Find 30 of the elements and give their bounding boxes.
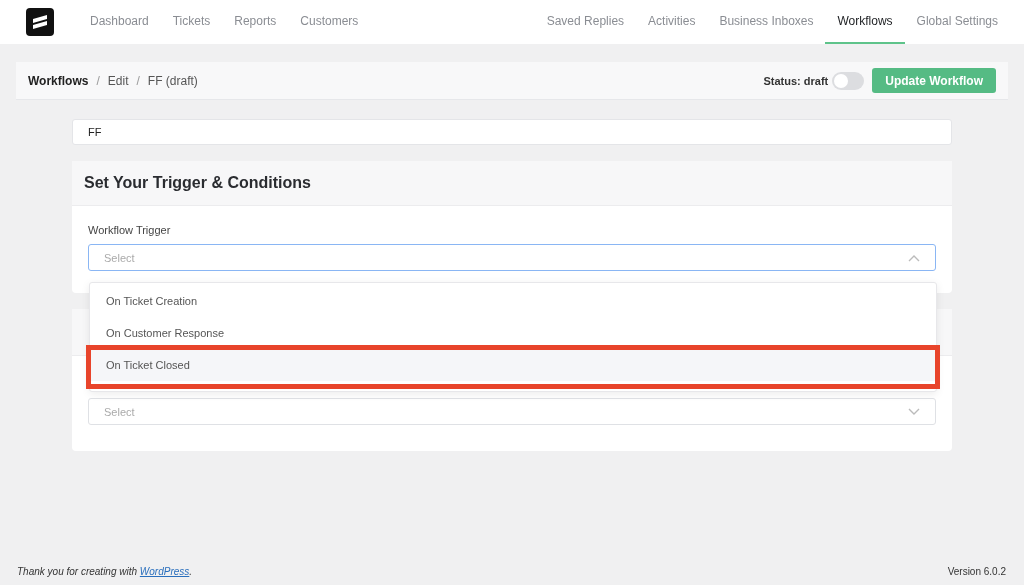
chevron-icon	[908, 253, 920, 262]
chevron-icon	[908, 407, 920, 416]
update-workflow-button[interactable]: Update Workflow	[872, 68, 996, 93]
card-title: Set Your Trigger & Conditions	[84, 174, 311, 192]
dropdown-option[interactable]: On Customer Response	[90, 317, 936, 349]
nav-tab[interactable]: Saved Replies	[534, 0, 637, 44]
condition-select[interactable]: Select	[88, 398, 936, 425]
nav-tab[interactable]: Tickets	[160, 0, 223, 44]
status-toggle[interactable]	[832, 71, 865, 90]
nav-tab[interactable]: Global Settings	[904, 0, 1010, 44]
trigger-select[interactable]: Select	[88, 244, 936, 271]
nav-tab[interactable]: Business Inboxes	[707, 0, 826, 44]
dropdown-option[interactable]: On Ticket Closed	[90, 349, 936, 381]
logo-icon[interactable]	[26, 8, 54, 36]
nav-tab[interactable]: Workflows	[825, 0, 905, 44]
footer-credit: Thank you for creating with WordPress.	[17, 566, 194, 577]
nav-tab[interactable]: Customers	[288, 0, 371, 44]
breadcrumb-separator: /	[96, 73, 100, 88]
nav-tab[interactable]: Activities	[636, 0, 708, 44]
nav-tab[interactable]: Dashboard	[78, 0, 161, 44]
breadcrumb-item[interactable]: Edit	[107, 73, 129, 88]
breadcrumb-item[interactable]: Workflows	[28, 73, 89, 88]
status-label: Status: draft	[763, 74, 829, 87]
dropdown-option[interactable]: On Ticket Creation	[90, 285, 936, 317]
version-text: Version 6.0.2	[947, 566, 1006, 577]
nav-tab[interactable]: Reports	[222, 0, 289, 44]
field-label: Workflow Trigger	[88, 224, 172, 236]
breadcrumb-separator: /	[136, 73, 140, 88]
breadcrumb-item: FF (draft)	[147, 73, 198, 88]
workflow-name-field[interactable]: FF	[72, 119, 952, 145]
